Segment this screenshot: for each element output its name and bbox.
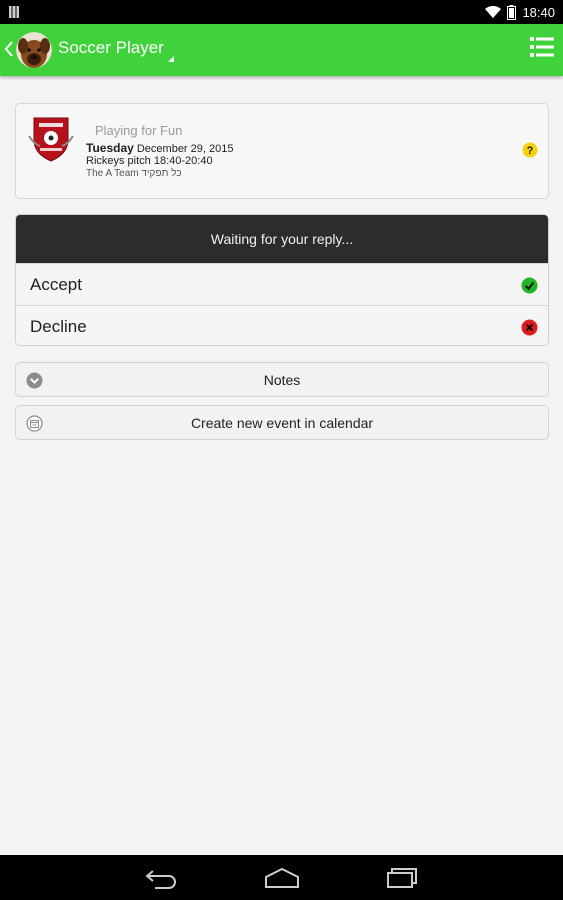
event-team: The A Team כל תפקיד (86, 168, 182, 179)
status-time: 18:40 (522, 4, 555, 20)
avatar[interactable] (16, 32, 52, 68)
calendar-label: Create new event in calendar (190, 414, 374, 431)
reply-panel: Waiting for your reply... Accept Decline (15, 214, 549, 346)
action-bar: Soccer Player (0, 24, 563, 76)
app-title[interactable]: Soccer Player (58, 38, 164, 58)
event-date: December 29, 2015 (136, 143, 234, 155)
event-name: Playing for Fun (95, 123, 183, 138)
x-circle-icon (521, 319, 538, 336)
wifi-icon (485, 5, 502, 18)
event-day: Tuesday (86, 141, 134, 155)
recents-nav-icon[interactable] (386, 867, 418, 889)
chevron-down-circle-icon (26, 372, 43, 389)
notes-label: Notes (263, 371, 301, 388)
back-nav-icon[interactable] (145, 867, 179, 889)
dropdown-caret-icon (168, 56, 174, 62)
event-location-time: Rickeys pitch 18:40-20:40 (86, 155, 213, 167)
team-logo (28, 117, 74, 162)
menu-list-icon (530, 37, 554, 57)
battery-icon (507, 4, 517, 20)
back-chevron-icon[interactable] (4, 40, 14, 58)
decline-label: Decline (30, 316, 87, 336)
status-bar: 18:40 (0, 0, 563, 24)
decline-option[interactable]: Decline (16, 305, 548, 345)
notification-icon (9, 6, 19, 18)
event-date-line: Tuesday December 29, 2015 (86, 141, 233, 155)
svg-text:?: ? (527, 145, 534, 157)
navigation-bar (0, 855, 563, 900)
accept-option[interactable]: Accept (16, 263, 548, 305)
notes-button[interactable]: Notes (15, 362, 549, 397)
menu-button[interactable] (529, 34, 555, 60)
check-circle-icon (521, 277, 538, 294)
event-card[interactable]: Playing for Fun Tuesday December 29, 201… (15, 103, 549, 199)
create-calendar-event-button[interactable]: Create new event in calendar (15, 405, 549, 440)
home-nav-icon[interactable] (264, 867, 300, 889)
accept-label: Accept (30, 274, 82, 294)
calendar-icon (26, 415, 43, 432)
question-icon[interactable]: ? (522, 142, 538, 158)
reply-header: Waiting for your reply... (16, 215, 548, 263)
